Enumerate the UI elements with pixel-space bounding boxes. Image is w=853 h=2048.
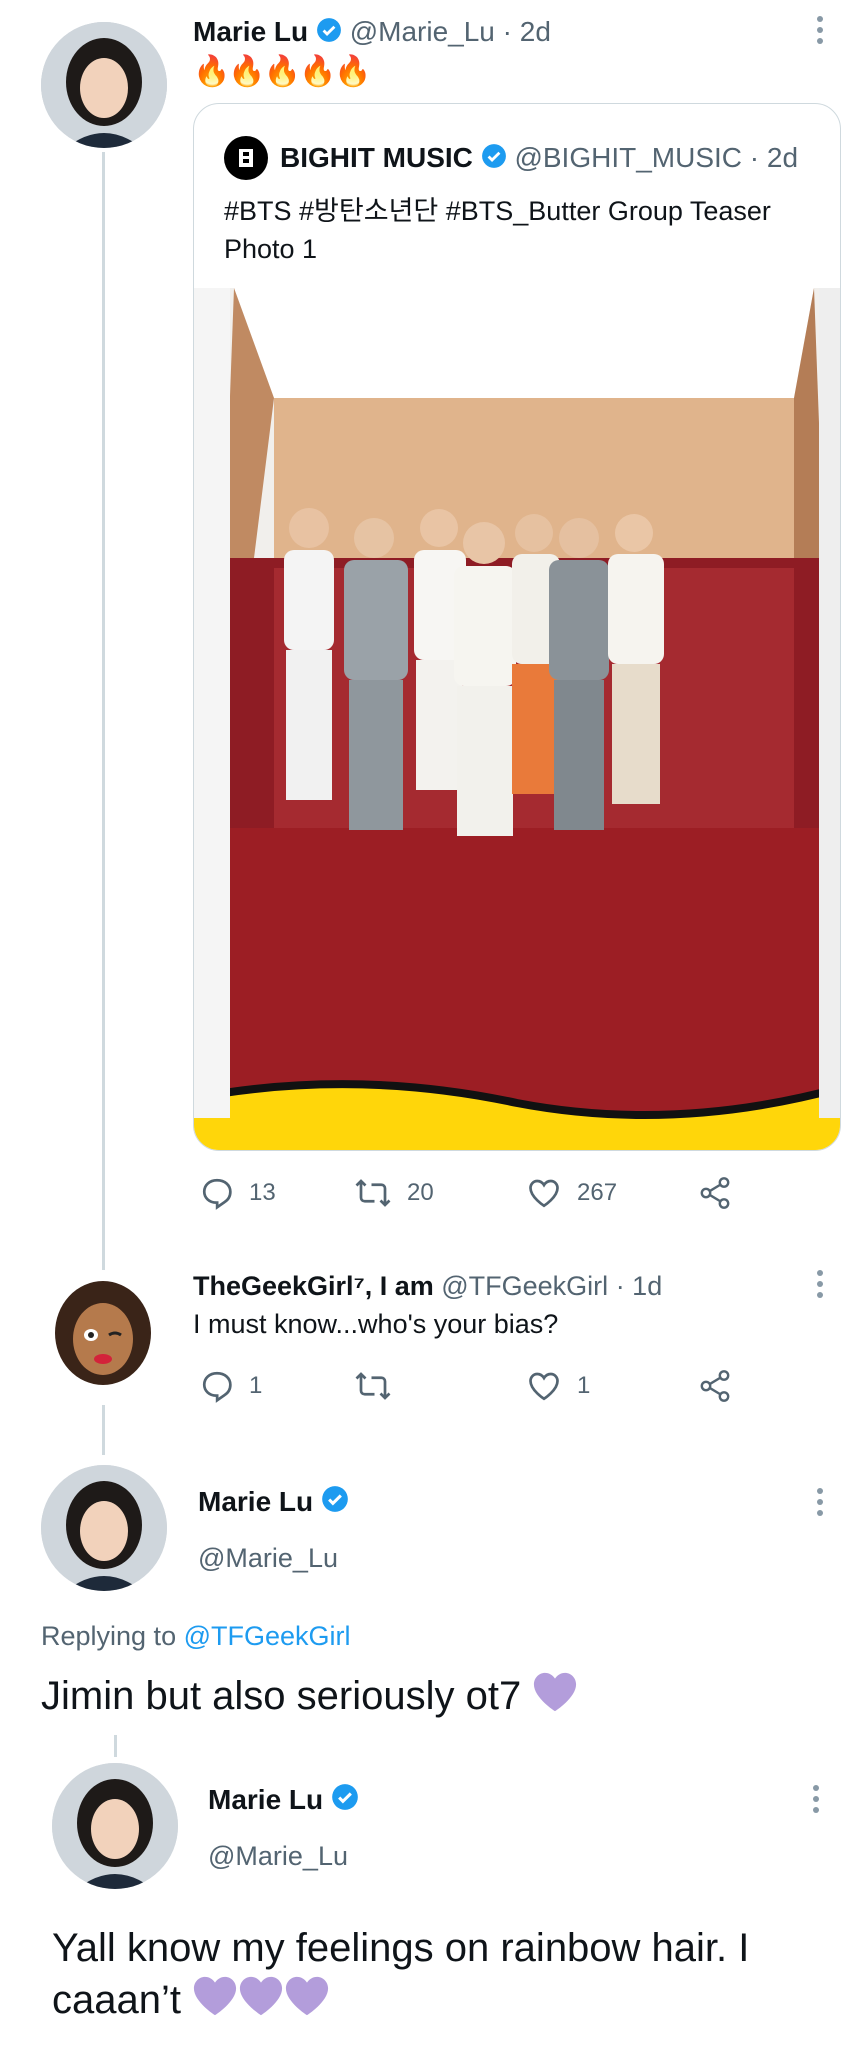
tweet1-header: Marie Lu @Marie_Lu · 2d (193, 14, 551, 52)
quote-header: BIGHIT MUSIC @BIGHIT_MUSIC · 2d (280, 140, 798, 178)
share-button[interactable] (697, 1368, 733, 1404)
tweet2-actions: 1 1 (193, 1368, 793, 1408)
retweet-button[interactable] (353, 1368, 393, 1404)
retweet-icon (355, 1372, 391, 1400)
tweet4-text-line1: Yall know my feelings on rainbow hair. I (52, 1926, 750, 1970)
more-options-icon[interactable] (816, 16, 824, 44)
verified-icon (331, 1783, 359, 1820)
avatar-marie-lu[interactable] (41, 22, 167, 148)
purple-heart-icon (192, 1974, 238, 2031)
reply-count: 1 (249, 1372, 263, 1399)
tweet4-handle[interactable]: @Marie_Lu (208, 1838, 348, 1874)
avatar-thegeekgirl[interactable] (45, 1277, 161, 1393)
tweet1-handle[interactable]: @Marie_Lu (350, 16, 495, 47)
tweet2-handle[interactable]: @TFGeekGirl (441, 1271, 608, 1301)
avatar-marie-lu[interactable] (41, 1465, 167, 1591)
like-count: 1 (577, 1372, 591, 1399)
thread-line (114, 1735, 117, 1757)
tweet1-name[interactable]: Marie Lu (193, 16, 308, 47)
tweet3-text-row: Jimin but also seriously ot7 (41, 1670, 578, 1727)
tweet3-name[interactable]: Marie Lu (198, 1486, 313, 1517)
tweet4-text-row2: caaan’t (52, 1974, 330, 2031)
tweet4-name-row: Marie Lu (208, 1782, 359, 1820)
tweet3-handle[interactable]: @Marie_Lu (198, 1540, 338, 1576)
like-count: 267 (577, 1179, 618, 1206)
share-icon (700, 1370, 730, 1402)
retweet-button[interactable]: 20 (353, 1175, 434, 1211)
tweet1-emojis: 🔥🔥🔥🔥🔥 (193, 55, 372, 88)
tweet3-text: Jimin but also seriously ot7 (41, 1674, 522, 1719)
thread-line (102, 1405, 105, 1455)
reply-button[interactable]: 1 (199, 1368, 262, 1404)
heart-outline-icon (529, 1179, 559, 1208)
replying-to-handle[interactable]: @TFGeekGirl (184, 1621, 351, 1651)
purple-heart-icon (284, 1974, 330, 2031)
like-button[interactable]: 267 (525, 1175, 617, 1211)
quote-handle: @BIGHIT_MUSIC (514, 142, 743, 173)
retweet-count: 20 (407, 1179, 434, 1206)
more-options-icon[interactable] (812, 1785, 820, 1813)
share-icon (700, 1177, 730, 1209)
quote-text: #BTS #방탄소년단 #BTS_Butter Group Teaser Pho… (224, 196, 771, 264)
replying-to-label: Replying to (41, 1621, 177, 1651)
tweet2-header: TheGeekGirl⁷, I am @TFGeekGirl · 1d (193, 1268, 662, 1304)
tweet1-actions: 13 20 267 (193, 1175, 793, 1215)
verified-icon (481, 142, 507, 178)
thread-line (102, 152, 105, 1270)
purple-heart-icon (532, 1670, 578, 1727)
quote-time: · 2d (749, 142, 799, 173)
tweet4-name[interactable]: Marie Lu (208, 1784, 323, 1815)
verified-icon (316, 16, 342, 52)
tweet2-time: · 1d (615, 1271, 663, 1301)
share-button[interactable] (697, 1175, 733, 1211)
reply-count: 13 (249, 1179, 276, 1206)
tweet2-name[interactable]: TheGeekGirl⁷, I am (193, 1271, 434, 1301)
tweet2-text: I must know...who's your bias? (193, 1309, 559, 1339)
purple-heart-icon (238, 1974, 284, 2031)
heart-outline-icon (529, 1372, 559, 1401)
retweet-icon (355, 1179, 391, 1207)
reply-button[interactable]: 13 (199, 1175, 276, 1211)
like-button[interactable]: 1 (525, 1368, 590, 1404)
quote-name: BIGHIT MUSIC (280, 142, 473, 173)
quoted-tweet-card[interactable]: BIGHIT MUSIC @BIGHIT_MUSIC · 2d #BTS #방탄… (193, 103, 841, 1151)
tweet1-time: · 2d (502, 16, 551, 47)
replying-to: Replying to @TFGeekGirl (41, 1618, 351, 1654)
more-options-icon[interactable] (816, 1270, 824, 1298)
group-photo[interactable] (194, 288, 840, 1150)
tweet3-name-row: Marie Lu (198, 1484, 349, 1522)
verified-icon (321, 1485, 349, 1522)
more-options-icon[interactable] (816, 1488, 824, 1516)
reply-icon (202, 1371, 232, 1403)
bighit-logo (224, 136, 268, 180)
reply-icon (202, 1178, 232, 1210)
avatar-marie-lu[interactable] (52, 1763, 178, 1889)
tweet4-text-line2: caaan’t (52, 1978, 181, 2023)
